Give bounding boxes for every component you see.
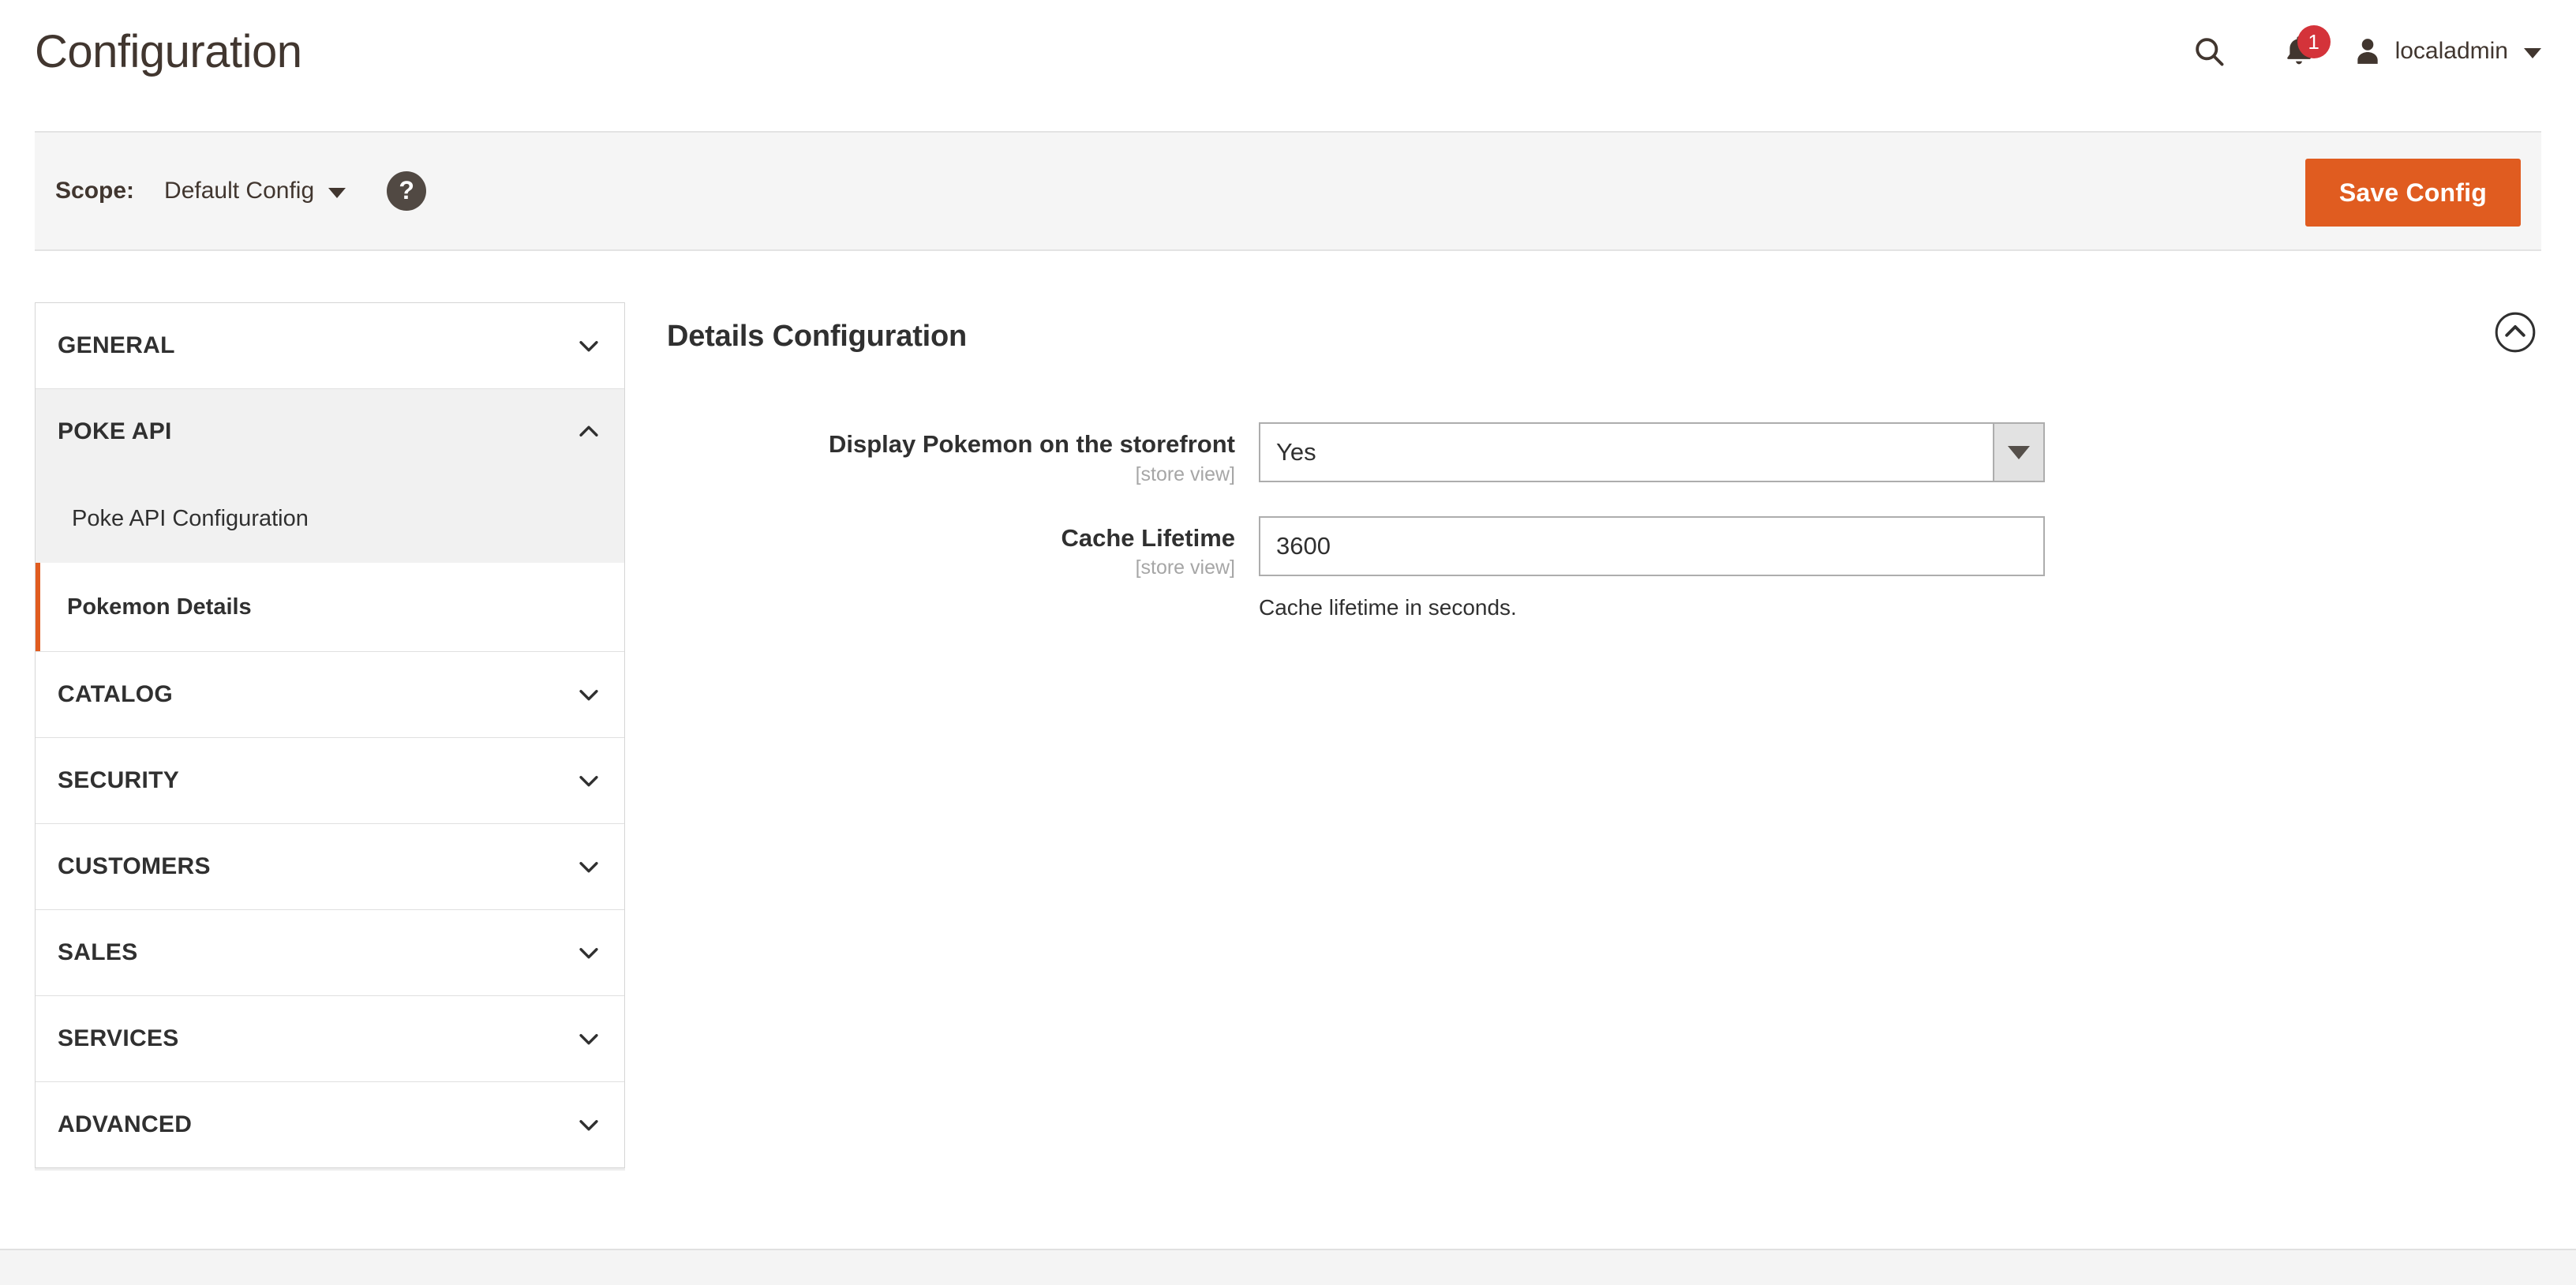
- sidebar-section-advanced-head[interactable]: ADVANCED: [36, 1082, 624, 1167]
- field-control-col: Yes: [1259, 422, 2048, 482]
- sidebar-section-label: SALES: [58, 939, 138, 965]
- field-label: Display Pokemon on the storefront: [828, 430, 1235, 458]
- sidebar-section-label: ADVANCED: [58, 1111, 193, 1137]
- search-icon[interactable]: [2176, 24, 2242, 79]
- config-sidebar: GENERAL POKE API Poke API Configuration …: [35, 302, 625, 1168]
- sidebar-section-label: SECURITY: [58, 767, 180, 793]
- field-label: Cache Lifetime: [1061, 523, 1235, 552]
- field-label-col: Display Pokemon on the storefront [store…: [667, 422, 1259, 486]
- sidebar-section-security-head[interactable]: SECURITY: [36, 738, 624, 823]
- sidebar-section-poke-api-head[interactable]: POKE API: [36, 389, 624, 474]
- header-actions: 1 localadmin: [2176, 24, 2541, 79]
- sidebar-section-services-head[interactable]: SERVICES: [36, 996, 624, 1081]
- chevron-down-icon: [575, 681, 602, 708]
- notifications-button[interactable]: 1: [2261, 24, 2337, 79]
- configuration-page: Configuration 1 localadmin Scope: Defaul…: [0, 0, 2576, 1285]
- sidebar-section-advanced[interactable]: ADVANCED: [36, 1082, 624, 1167]
- chevron-down-icon: [575, 1025, 602, 1052]
- scope-selector[interactable]: Default Config: [164, 178, 346, 204]
- field-row-display-pokemon: Display Pokemon on the storefront [store…: [667, 422, 2545, 486]
- sidebar-section-label: CUSTOMERS: [58, 853, 211, 879]
- sidebar-section-label: GENERAL: [58, 332, 175, 358]
- scope-selected-value: Default Config: [164, 178, 315, 204]
- sidebar-section-catalog[interactable]: CATALOG: [36, 652, 624, 738]
- fields-list: Display Pokemon on the storefront [store…: [667, 422, 2545, 620]
- chevron-down-icon: [575, 332, 602, 359]
- field-control-col: Cache lifetime in seconds.: [1259, 515, 2048, 620]
- circle-chevron-up-icon[interactable]: [2493, 310, 2537, 354]
- field-row-cache-lifetime: Cache Lifetime [store view] Cache lifeti…: [667, 515, 2545, 620]
- save-config-button[interactable]: Save Config: [2305, 159, 2521, 227]
- sidebar-section-label: SERVICES: [58, 1025, 179, 1051]
- scope-bar: Scope: Default Config ? Save Config: [35, 131, 2541, 251]
- config-content: Details Configuration Display Pokemon on…: [667, 302, 2545, 650]
- chevron-down-icon: [328, 188, 346, 198]
- field-label-col: Cache Lifetime [store view]: [667, 516, 1259, 580]
- select-value: Yes: [1276, 438, 1316, 466]
- sidebar-section-sales[interactable]: SALES: [36, 910, 624, 996]
- sidebar-subitems: Poke API Configuration Pokemon Details: [36, 474, 624, 651]
- sidebar-section-services[interactable]: SERVICES: [36, 996, 624, 1082]
- notification-count-badge: 1: [2297, 25, 2331, 58]
- scope-label: Scope:: [55, 178, 135, 204]
- chevron-down-icon: [575, 1111, 602, 1138]
- chevron-down-icon: [575, 853, 602, 880]
- sidebar-section-customers-head[interactable]: CUSTOMERS: [36, 824, 624, 909]
- sidebar-item-poke-api-configuration[interactable]: Poke API Configuration: [36, 474, 624, 563]
- page-header: Configuration 1 localadmin: [0, 0, 2576, 118]
- user-name: localadmin: [2394, 38, 2508, 64]
- sidebar-section-general-head[interactable]: GENERAL: [36, 303, 624, 388]
- sidebar-section-label: POKE API: [58, 418, 172, 444]
- chevron-down-icon: [575, 939, 602, 966]
- sidebar-section-sales-head[interactable]: SALES: [36, 910, 624, 995]
- sidebar-section-customers[interactable]: CUSTOMERS: [36, 824, 624, 910]
- field-note: Cache lifetime in seconds.: [1259, 594, 1517, 620]
- page-title: Configuration: [35, 26, 302, 77]
- question-mark-icon[interactable]: ?: [387, 171, 427, 211]
- avatar: [2353, 36, 2383, 67]
- chevron-down-icon: [575, 767, 602, 794]
- field-scope-hint: [store view]: [1135, 463, 1235, 485]
- sidebar-section-general[interactable]: GENERAL: [36, 303, 624, 389]
- sidebar-section-security[interactable]: SECURITY: [36, 738, 624, 824]
- sidebar-section-catalog-head[interactable]: CATALOG: [36, 652, 624, 737]
- section-header: Details Configuration: [667, 302, 2545, 370]
- section-title: Details Configuration: [667, 319, 968, 353]
- sidebar-section-poke-api[interactable]: POKE API Poke API Configuration Pokemon …: [36, 389, 624, 652]
- cache-lifetime-input[interactable]: [1259, 515, 2045, 576]
- display-pokemon-select[interactable]: Yes: [1259, 422, 2045, 482]
- sidebar-section-label: CATALOG: [58, 681, 173, 707]
- sidebar-item-pokemon-details[interactable]: Pokemon Details: [36, 563, 624, 651]
- field-scope-hint: [store view]: [1135, 556, 1235, 579]
- chevron-down-icon: [2524, 47, 2541, 58]
- user-menu[interactable]: localadmin: [2353, 36, 2541, 67]
- page-footer: [0, 1249, 2576, 1285]
- chevron-up-icon: [575, 418, 602, 445]
- triangle-down-icon[interactable]: [1993, 424, 2043, 481]
